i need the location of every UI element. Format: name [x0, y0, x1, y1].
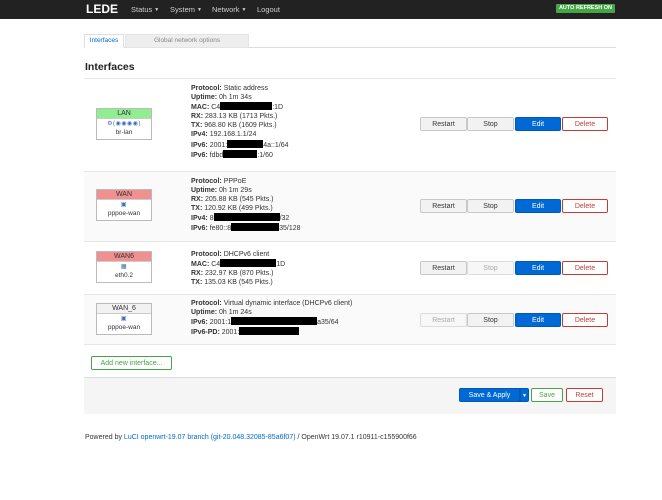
menu-system[interactable]: System ▼ — [170, 5, 202, 14]
status-line: IPv6: 2001:1 a35/64 — [191, 317, 339, 327]
interface-device: pppoe-wan — [107, 324, 141, 331]
status-line: IPv6: 2001: 4a::1/64 — [191, 139, 289, 149]
save-apply-button[interactable]: Save & Apply — [459, 388, 520, 402]
status-line: Protocol: DHCPv6 client — [191, 251, 270, 258]
status-line: Uptime: 0h 1m 24s — [191, 309, 252, 317]
status-line: Protocol: Static address — [191, 85, 269, 92]
tab-bar: Interfaces Global network options — [84, 34, 616, 48]
stop-button[interactable]: Stop — [467, 117, 514, 131]
menu-status[interactable]: Status ▼ — [131, 5, 159, 14]
interface-name: WAN6 — [97, 252, 151, 262]
redaction — [231, 223, 280, 232]
redaction — [223, 149, 258, 158]
auto-refresh-badge[interactable]: AUTO REFRESH ON — [556, 4, 615, 13]
redaction — [213, 213, 280, 222]
restart-button[interactable]: Restart — [420, 261, 467, 275]
status-line: IPv4: 8/32 — [191, 213, 290, 223]
redaction — [227, 139, 264, 148]
row-divider — [84, 241, 616, 242]
status-line: IPv4: 192.168.1.1/24 — [191, 131, 257, 139]
status-line: Protocol: PPPoE — [191, 178, 247, 185]
status-line: Uptime: 0h 1m 34s — [191, 94, 252, 102]
status-line: IPv6-PD: 2001: — [191, 327, 352, 337]
status-line: Uptime: 0h 1m 29s — [191, 187, 252, 195]
tab-global-network-options[interactable]: Global network options — [125, 34, 249, 48]
interface-device: pppoe-wan — [107, 210, 141, 217]
interface-status-wan6: Protocol: DHCPv6 client MAC: C4 1D RX: 23… — [191, 250, 285, 287]
caret-down-icon: ▼ — [197, 7, 202, 13]
status-line: RX: 232.97 KB (870 Pkts.) — [191, 270, 274, 278]
caret-down-icon: ▼ — [241, 7, 247, 13]
add-interface-button[interactable]: Add new interface... — [91, 356, 172, 370]
interface-status-wan: Protocol: PPPoE Uptime: 0h 1m 29s RX: 20… — [191, 177, 301, 234]
delete-button[interactable]: Delete — [562, 313, 608, 327]
restart-button[interactable]: Restart — [420, 117, 467, 131]
redaction — [220, 102, 273, 111]
section-title: Interfaces — [85, 61, 135, 73]
interface-badge-wan6: WAN6 ▦ eth0.2 — [96, 251, 152, 283]
ethernet-port-icon: ▣ — [120, 202, 128, 208]
status-line: IPv6: fe80::8 35/128 — [191, 223, 301, 233]
stop-button[interactable]: Stop — [467, 199, 514, 213]
restart-button[interactable]: Restart — [420, 199, 467, 213]
powered-by-footer: Powered by LuCI openwrt-19.07 branch (gi… — [85, 434, 417, 441]
reset-button[interactable]: Reset — [566, 388, 603, 402]
status-line: RX: 283.13 KB (1713 Pkts.) — [191, 113, 278, 121]
interface-name: LAN — [97, 109, 151, 119]
edit-button[interactable]: Edit — [515, 117, 561, 131]
ethernet-switch-icon: ▦ — [120, 264, 128, 270]
row-divider — [84, 344, 616, 345]
luci-version-link[interactable]: LuCI openwrt-19.07 branch (git-20.048.32… — [124, 434, 296, 441]
row-divider — [84, 294, 616, 295]
tab-interfaces[interactable]: Interfaces — [84, 34, 124, 48]
interface-name: WAN — [97, 190, 151, 200]
edit-button[interactable]: Edit — [515, 313, 561, 327]
menu-logout[interactable]: Logout — [257, 5, 280, 14]
redaction — [220, 259, 277, 268]
caret-down-icon: ▼ — [154, 7, 160, 13]
row-divider — [84, 171, 616, 172]
status-line: RX: 205.88 KB (545 Pkts.) — [191, 196, 274, 204]
delete-button[interactable]: Delete — [562, 117, 608, 131]
menu-network[interactable]: Network ▼ — [212, 5, 246, 14]
edit-button[interactable]: Edit — [515, 261, 561, 275]
delete-button[interactable]: Delete — [562, 261, 608, 275]
form-actions-bar: Save & Apply ▼ Save Reset — [84, 377, 616, 414]
row-divider — [84, 78, 616, 79]
restart-button: Restart — [420, 313, 467, 327]
interface-device: eth0.2 — [114, 272, 134, 279]
brand-logo[interactable]: LEDE — [86, 2, 118, 16]
top-navbar: LEDE Status ▼ System ▼ Network ▼ Logout AUT… — [0, 0, 662, 19]
ethernet-port-icon: ▣ — [120, 316, 128, 322]
status-line: IPv6: fdbd:1/60 — [191, 149, 273, 159]
status-line: TX: 135.03 KB (545 Pkts.) — [191, 279, 273, 287]
interface-badge-wan: WAN ▣ pppoe-wan — [96, 189, 152, 221]
edit-button[interactable]: Edit — [515, 199, 561, 213]
interface-name: WAN_6 — [97, 304, 151, 314]
stop-button: Stop — [467, 261, 514, 275]
interface-badge-lan: LAN ⚙(◉◉◉◉) br-lan — [96, 108, 152, 140]
delete-button[interactable]: Delete — [562, 199, 608, 213]
stop-button[interactable]: Stop — [467, 313, 514, 327]
interface-device: br-lan — [115, 129, 133, 136]
bridge-port-icons: ⚙(◉◉◉◉) — [107, 121, 141, 127]
status-line: MAC: C4 1D — [191, 259, 286, 269]
interface-status-wan-6: Protocol: Virtual dynamic interface (DHC… — [191, 299, 352, 337]
status-line: TX: 968.80 KB (1609 Pkts.) — [191, 122, 277, 130]
save-button[interactable]: Save — [531, 388, 563, 402]
status-line: Protocol: Virtual dynamic interface (DHC… — [191, 300, 353, 307]
redaction — [239, 327, 300, 336]
redaction — [231, 317, 318, 326]
interface-badge-wan-6: WAN_6 ▣ pppoe-wan — [96, 303, 152, 335]
status-line: TX: 120.92 KB (499 Pkts.) — [191, 205, 273, 213]
interface-status-lan: Protocol: Static address Uptime: 0h 1m 3… — [191, 84, 289, 160]
save-apply-dropdown-icon[interactable]: ▼ — [520, 388, 529, 402]
status-line: MAC: C4:1D — [191, 102, 284, 112]
